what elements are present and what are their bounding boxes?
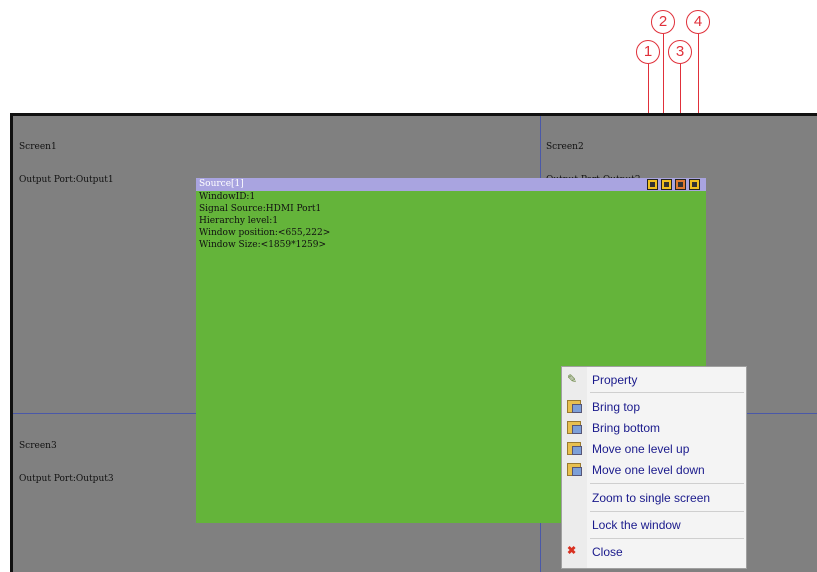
- screen-3-name: Screen3: [19, 441, 57, 451]
- window-layer-icon: [567, 442, 582, 455]
- callout-4: 4: [686, 10, 710, 34]
- menu-separator: [590, 511, 744, 512]
- menu-separator: [590, 392, 744, 393]
- menu-item-property[interactable]: ✎ Property: [562, 370, 748, 390]
- menu-separator: [590, 538, 744, 539]
- menu-item-close-label: Close: [592, 545, 623, 559]
- close-icon: ✖: [567, 545, 577, 557]
- screen-1-name: Screen1: [19, 142, 57, 152]
- window-size-text: Window Size:<1859*1259>: [199, 240, 327, 250]
- screen-2-name: Screen2: [546, 142, 584, 152]
- window-layer-icon: [567, 421, 582, 434]
- menu-item-move-up[interactable]: Move one level up: [562, 439, 748, 459]
- source-window-title: Source[1]: [199, 179, 244, 189]
- titlebar-button-1[interactable]: [647, 179, 658, 190]
- menu-separator: [590, 483, 744, 484]
- context-menu: ✎ Property Bring top Bring bottom Move o…: [561, 366, 747, 569]
- titlebar-button-4[interactable]: [689, 179, 700, 190]
- source-window-titlebar[interactable]: Source[1]: [196, 178, 706, 191]
- screen-3-port: Output Port:Output3: [19, 474, 114, 484]
- menu-item-bring-bottom-label: Bring bottom: [592, 421, 661, 435]
- menu-item-zoom-label: Zoom to single screen: [592, 491, 711, 505]
- pencil-icon: ✎: [567, 372, 578, 386]
- source-window-info: WindowID:1 Signal Source:HDMI Port1 Hier…: [196, 191, 706, 251]
- menu-item-lock-window[interactable]: Lock the window: [562, 515, 748, 535]
- menu-item-zoom-single-screen[interactable]: Zoom to single screen: [562, 488, 748, 508]
- menu-item-move-down[interactable]: Move one level down: [562, 460, 748, 480]
- callout-3: 3: [668, 40, 692, 64]
- window-position-text: Window position:<655,222>: [199, 228, 331, 238]
- screen-3-label: Screen3 Output Port:Output3: [19, 419, 114, 507]
- screen-1-label: Screen1 Output Port:Output1: [19, 120, 114, 208]
- titlebar-button-2[interactable]: [661, 179, 672, 190]
- menu-item-property-label: Property: [592, 373, 638, 387]
- hierarchy-level-text: Hierarchy level:1: [199, 216, 279, 226]
- signal-source-text: Signal Source:HDMI Port1: [199, 204, 322, 214]
- menu-item-move-down-label: Move one level down: [592, 463, 705, 477]
- titlebar-button-3[interactable]: [675, 179, 686, 190]
- window-id-text: WindowID:1: [199, 192, 256, 202]
- window-layer-icon: [567, 463, 582, 476]
- menu-item-bring-top-label: Bring top: [592, 400, 641, 414]
- callout-2: 2: [651, 10, 675, 34]
- menu-item-move-up-label: Move one level up: [592, 442, 690, 456]
- menu-item-bring-top[interactable]: Bring top: [562, 397, 748, 417]
- callout-1: 1: [636, 40, 660, 64]
- screen-1-port: Output Port:Output1: [19, 175, 114, 185]
- menu-item-close[interactable]: ✖ Close: [562, 542, 748, 562]
- menu-item-bring-bottom[interactable]: Bring bottom: [562, 418, 748, 438]
- menu-item-lock-label: Lock the window: [592, 518, 681, 532]
- window-layer-icon: [567, 400, 582, 413]
